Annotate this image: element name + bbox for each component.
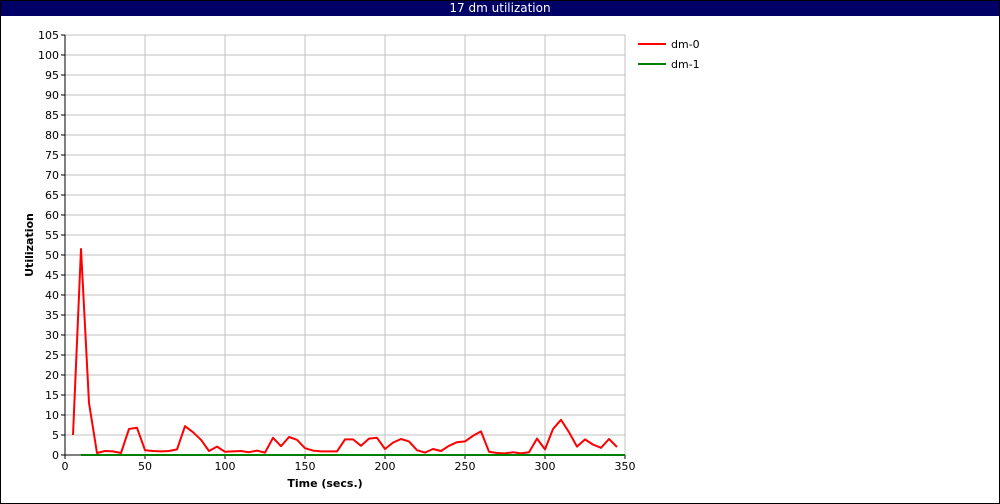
y-tick-label: 5 bbox=[52, 429, 59, 442]
x-tick-label: 300 bbox=[535, 460, 556, 473]
y-tick-label: 10 bbox=[45, 409, 59, 422]
grid-lines bbox=[65, 34, 626, 455]
y-tick-label: 75 bbox=[45, 149, 59, 162]
legend: dm-0 dm-1 bbox=[638, 38, 700, 71]
y-tick-label: 60 bbox=[45, 209, 59, 222]
legend-label-dm-1: dm-1 bbox=[671, 58, 700, 71]
y-tick-label: 20 bbox=[45, 369, 59, 382]
y-tick-label: 35 bbox=[45, 309, 59, 322]
axes bbox=[64, 35, 625, 456]
x-tick-label: 250 bbox=[455, 460, 476, 473]
x-axis-ticks: 0 50 100 150 200 250 300 350 bbox=[62, 455, 636, 473]
x-tick-label: 100 bbox=[215, 460, 236, 473]
y-tick-label: 45 bbox=[45, 269, 59, 282]
x-axis-label: Time (secs.) bbox=[287, 477, 362, 490]
y-axis-ticks: 0 5 10 15 20 25 30 35 40 45 50 55 60 65 70 75 80 85 90 95 10… bbox=[38, 29, 65, 462]
y-tick-label: 0 bbox=[52, 449, 59, 462]
y-tick-label: 70 bbox=[45, 169, 59, 182]
y-tick-label: 65 bbox=[45, 189, 59, 202]
y-tick-label: 85 bbox=[45, 109, 59, 122]
y-tick-label: 95 bbox=[45, 69, 59, 82]
y-tick-label: 55 bbox=[45, 229, 59, 242]
series-lines bbox=[72, 248, 625, 456]
x-tick-label: 150 bbox=[295, 460, 316, 473]
x-tick-label: 0 bbox=[62, 460, 69, 473]
legend-label-dm-0: dm-0 bbox=[671, 38, 700, 51]
y-tick-label: 50 bbox=[45, 249, 59, 262]
x-tick-label: 200 bbox=[375, 460, 396, 473]
x-tick-label: 350 bbox=[615, 460, 636, 473]
y-axis-label: Utilization bbox=[23, 213, 36, 277]
series-line-dm-0 bbox=[72, 248, 618, 455]
y-tick-label: 40 bbox=[45, 289, 59, 302]
line-chart: 0 50 100 150 200 250 300 350 0 5 10 15 20 25 30 35 40 45… bbox=[23, 29, 700, 490]
x-tick-label: 50 bbox=[138, 460, 152, 473]
y-tick-label: 25 bbox=[45, 349, 59, 362]
y-tick-label: 90 bbox=[45, 89, 59, 102]
y-tick-label: 80 bbox=[45, 129, 59, 142]
y-tick-label: 30 bbox=[45, 329, 59, 342]
y-tick-label: 100 bbox=[38, 49, 59, 62]
y-tick-label: 15 bbox=[45, 389, 59, 402]
y-tick-label: 105 bbox=[38, 29, 59, 42]
